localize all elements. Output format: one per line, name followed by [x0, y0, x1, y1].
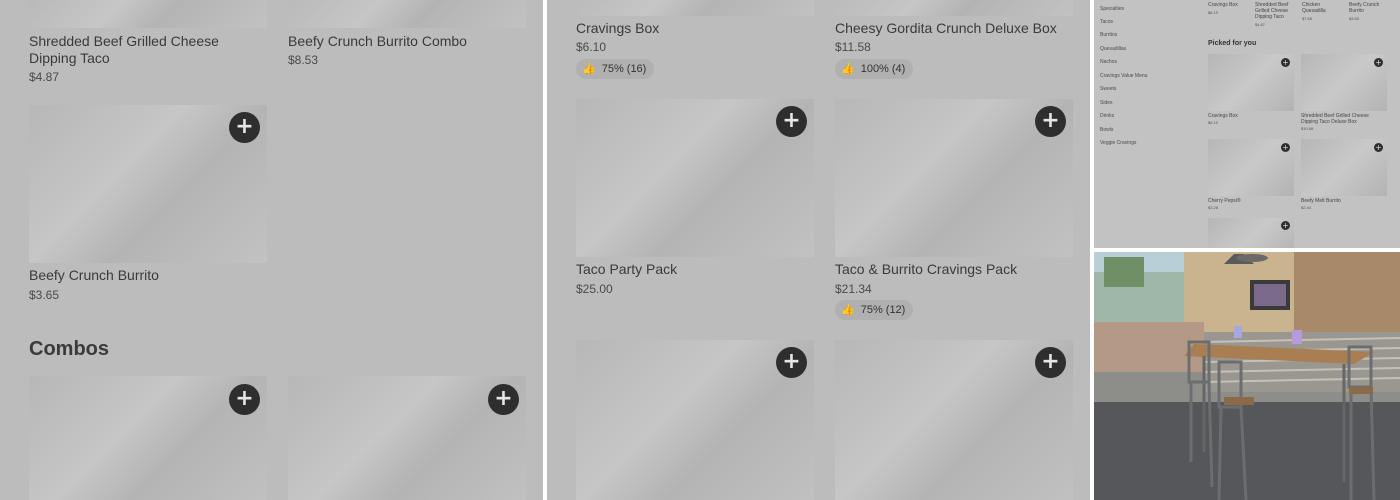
sidebar-item-specialties[interactable]: Specialties: [1100, 6, 1124, 12]
item-name[interactable]: Beefy Crunch Burrito Combo: [288, 33, 518, 50]
picked-for-you-heading: Picked for you: [1208, 40, 1257, 47]
thumbs-up-icon: 👍: [841, 63, 855, 75]
screenshot-collage: Shredded Beef Grilled Cheese Dipping Tac…: [0, 0, 1400, 500]
rating-badge: 👍 75% (12): [835, 300, 914, 320]
item-name[interactable]: Cravings Box: [1208, 2, 1248, 8]
menu-panel-middle: Cravings Box $6.10 👍 75% (16) Cheesy Gord…: [547, 0, 1090, 500]
item-name[interactable]: Chicken Quesadilla: [1302, 2, 1342, 14]
item-price: $21.34: [835, 282, 872, 296]
item-name[interactable]: Taco & Burrito Cravings Pack: [835, 261, 1017, 278]
item-name[interactable]: Cherry Pepsi®: [1208, 198, 1241, 204]
sidebar-item-veggie[interactable]: Veggie Cravings: [1100, 140, 1136, 146]
item-price: $8.53: [288, 53, 319, 67]
add-to-cart-button[interactable]: +: [776, 106, 807, 137]
rating-text: 75% (16): [601, 63, 647, 75]
sidebar-item-tacos[interactable]: Tacos: [1100, 19, 1113, 25]
add-to-cart-button[interactable]: +: [1035, 347, 1066, 378]
menu-panel-left: Shredded Beef Grilled Cheese Dipping Tac…: [0, 0, 543, 500]
add-to-cart-button[interactable]: +: [488, 384, 519, 415]
item-price: $11.58: [835, 40, 871, 54]
item-price: $4.87: [29, 70, 60, 84]
item-price: $10.58: [1301, 126, 1314, 131]
add-to-cart-button[interactable]: +: [1281, 58, 1290, 67]
add-to-cart-button[interactable]: +: [1374, 58, 1383, 67]
item-name[interactable]: Shredded Beef Grilled Cheese Dipping Tac…: [29, 33, 259, 67]
sidebar-item-bowls[interactable]: Bowls: [1100, 127, 1113, 133]
menu-panel-desktop: Specialties Tacos Burritos Quesadillas N…: [1094, 0, 1400, 248]
rating-badge: 👍 75% (16): [576, 59, 655, 79]
add-to-cart-button[interactable]: +: [1035, 106, 1066, 137]
item-name[interactable]: Beefy Melt Burrito: [1301, 198, 1341, 204]
add-to-cart-button[interactable]: +: [1374, 143, 1383, 152]
item-name[interactable]: Shredded Beef Grilled Cheese Dipping Tac…: [1255, 2, 1295, 20]
rating-text: 100% (4): [860, 63, 906, 75]
sidebar-item-drinks[interactable]: Drinks: [1100, 113, 1114, 119]
add-to-cart-button[interactable]: +: [1281, 221, 1290, 230]
thumbs-up-icon: 👍: [841, 304, 855, 316]
item-name[interactable]: Beefy Crunch Burrito: [29, 267, 159, 284]
section-title: Combos: [29, 338, 109, 360]
item-price: $25.00: [576, 282, 613, 296]
thumbs-up-icon: 👍: [582, 63, 596, 75]
rating-badge: 👍 100% (4): [835, 59, 914, 79]
item-price: $2.44: [1301, 205, 1312, 210]
sidebar-item-quesadillas[interactable]: Quesadillas: [1100, 46, 1126, 52]
item-name[interactable]: Cravings Box: [576, 20, 659, 37]
item-price: $3.65: [1349, 16, 1360, 21]
item-image[interactable]: [29, 0, 267, 28]
item-name[interactable]: Cheesy Gordita Crunch Deluxe Box: [835, 20, 1057, 37]
add-to-cart-button[interactable]: +: [229, 112, 260, 143]
item-price: $3.28: [1208, 205, 1219, 210]
add-to-cart-button[interactable]: +: [1281, 143, 1290, 152]
rating-text: 75% (12): [860, 304, 906, 316]
item-price: $7.65: [1302, 16, 1313, 21]
sidebar-item-burritos[interactable]: Burritos: [1100, 32, 1117, 38]
item-name[interactable]: Shredded Beef Grilled Cheese Dipping Tac…: [1301, 113, 1387, 125]
sidebar-item-sweets[interactable]: Sweets: [1100, 86, 1116, 92]
add-to-cart-button[interactable]: +: [229, 384, 260, 415]
sidebar-item-value-menu[interactable]: Cravings Value Menu: [1100, 73, 1147, 79]
sidebar-item-sides[interactable]: Sides: [1100, 100, 1113, 106]
item-price: $3.65: [29, 288, 60, 302]
item-image[interactable]: [288, 0, 526, 28]
item-price: $6.10: [576, 40, 607, 54]
item-name[interactable]: Beefy Crunch Burrito: [1349, 2, 1389, 14]
item-name[interactable]: Taco Party Pack: [576, 261, 677, 278]
item-price: $6.10: [1208, 120, 1219, 125]
item-price: $6.10: [1208, 10, 1219, 15]
item-name[interactable]: Cravings Box: [1208, 113, 1288, 119]
restaurant-interior-photo: [1094, 252, 1400, 500]
sidebar-item-nachos[interactable]: Nachos: [1100, 59, 1117, 65]
add-to-cart-button[interactable]: +: [776, 347, 807, 378]
item-image[interactable]: [835, 0, 1073, 16]
item-image[interactable]: [576, 0, 814, 16]
item-price: $4.87: [1255, 22, 1266, 27]
interior-illustration: [1094, 252, 1400, 500]
